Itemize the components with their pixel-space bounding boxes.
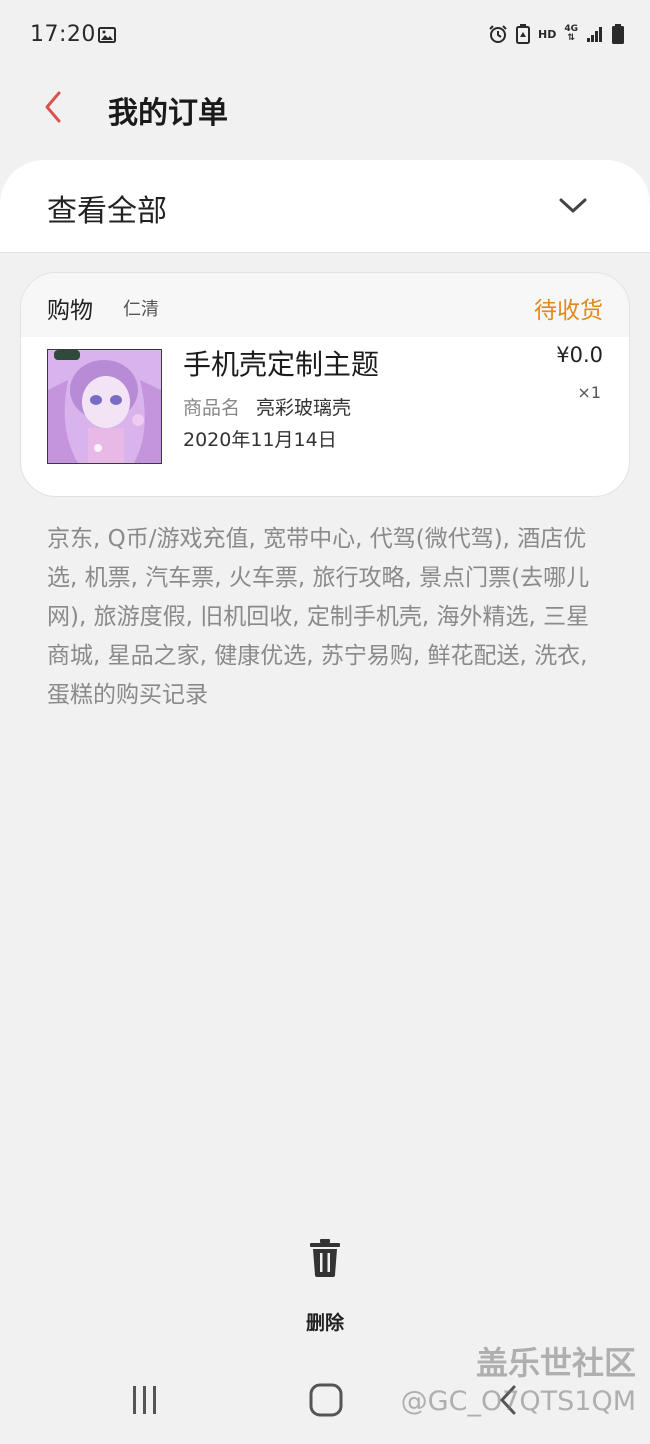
order-category: 购物 (47, 298, 93, 324)
order-filter-dropdown[interactable]: 查看全部 (0, 160, 650, 252)
hd-indicator: HD (538, 27, 557, 41)
signal-icon (587, 27, 602, 42)
watermark-title: 盖乐世社区 (475, 1344, 636, 1382)
battery-saver-icon (516, 24, 530, 44)
gallery-icon (98, 27, 116, 43)
order-card[interactable]: 购物 仁清 待收货 手机壳定制主题 商品名 亮彩玻璃壳 2020年11月14日 ¥… (20, 272, 630, 497)
chevron-down-icon (559, 198, 587, 213)
product-thumbnail (47, 349, 162, 464)
order-seller: 仁清 (123, 299, 159, 320)
product-image (48, 350, 161, 463)
status-time: 17:20 (30, 22, 96, 47)
order-date: 2020年11月14日 (183, 429, 337, 451)
recents-button[interactable] (128, 1384, 162, 1416)
product-name: 手机壳定制主题 (183, 348, 380, 381)
delete-label: 删除 (305, 1312, 344, 1334)
product-meta-value: 亮彩玻璃壳 (256, 397, 352, 419)
home-button[interactable] (308, 1382, 344, 1418)
filter-label: 查看全部 (47, 194, 167, 229)
order-quantity: ×1 (577, 383, 601, 402)
order-price: ¥0.0 (556, 343, 603, 367)
alarm-icon (489, 25, 507, 43)
product-meta-key: 商品名 (183, 397, 241, 419)
order-sources-description: 京东, Q币/游戏充值, 宽带中心, 代驾(微代驾), 酒店优选, 机票, 汽车… (47, 526, 590, 708)
product-meta: 商品名 亮彩玻璃壳 (183, 393, 351, 420)
delete-button[interactable]: 删除 (275, 1238, 375, 1338)
status-icons: HD 4G ⇅ (488, 24, 624, 44)
watermark-handle: @GC_O7QTS1QM (400, 1386, 636, 1417)
order-status: 待收货 (534, 298, 603, 324)
network-label: 4G (564, 24, 578, 34)
page-title: 我的订单 (108, 96, 228, 131)
status-bar: 17:20 HD 4G ⇅ (0, 0, 650, 76)
back-button[interactable] (30, 84, 76, 130)
chevron-left-icon (45, 91, 61, 123)
network-indicator: 4G ⇅ (564, 24, 578, 43)
app-header: 我的订单 (0, 76, 650, 160)
order-card-header: 购物 仁清 待收货 (21, 273, 629, 337)
battery-icon (612, 24, 624, 44)
trash-icon (310, 1239, 340, 1277)
